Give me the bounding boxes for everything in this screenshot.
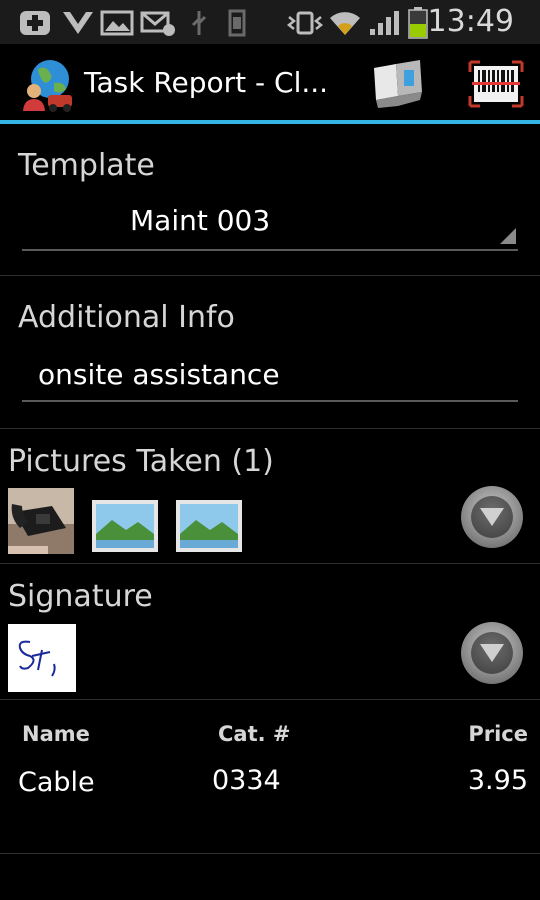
section-divider: [0, 699, 540, 700]
voicemail-icon: [63, 12, 93, 34]
photo-thumbnail-phone[interactable]: [8, 488, 74, 554]
table-cell-cat: 0334: [212, 765, 281, 796]
section-divider: [0, 275, 540, 276]
signature-image[interactable]: [8, 624, 76, 692]
pictures-expand-button[interactable]: [461, 486, 523, 548]
vibrate-icon: [286, 11, 324, 35]
gallery-icon: [100, 10, 134, 36]
plus-badge-icon: [20, 11, 50, 35]
additional-info-field[interactable]: onsite assistance: [22, 350, 518, 406]
template-spinner[interactable]: Maint 003: [22, 196, 518, 252]
email-icon: [140, 11, 175, 36]
pictures-label: Pictures Taken (1): [8, 444, 274, 479]
column-header-cat: Cat. #: [218, 722, 291, 746]
chevron-down-icon: [480, 644, 504, 662]
usb-icon: [191, 11, 207, 35]
signature-expand-button[interactable]: [461, 622, 523, 684]
signature-label: Signature: [8, 579, 153, 614]
template-underline: [22, 249, 518, 251]
status-time: 13:49: [427, 4, 514, 39]
photo-placeholder-1[interactable]: [92, 500, 158, 552]
wifi-icon: [330, 12, 360, 35]
section-divider: [0, 563, 540, 564]
status-bar: 13:49: [0, 0, 540, 44]
dropdown-arrow-icon: [500, 228, 516, 244]
template-label: Template: [18, 148, 155, 183]
chevron-down-icon: [480, 508, 504, 526]
action-bar-accent-line: [0, 120, 540, 124]
additional-info-label: Additional Info: [18, 300, 235, 335]
photo-placeholder-2[interactable]: [176, 500, 242, 552]
column-header-name: Name: [22, 722, 90, 746]
table-cell-name: Cable: [18, 767, 95, 798]
app-title: Task Report - Cl...: [84, 66, 329, 99]
table-cell-price: 3.95: [467, 765, 528, 796]
template-value: Maint 003: [130, 204, 271, 237]
signal-icon: [370, 11, 399, 35]
app-globe-icon[interactable]: [20, 57, 76, 113]
additional-info-underline: [22, 400, 518, 402]
additional-info-value: onsite assistance: [38, 358, 280, 391]
battery-icon: [408, 7, 428, 39]
column-header-price: Price: [468, 722, 528, 746]
barcode-scan-icon[interactable]: [466, 56, 526, 112]
section-divider: [0, 428, 540, 429]
sd-card-icon: [228, 9, 246, 37]
barcode-device-icon[interactable]: [368, 56, 428, 112]
section-divider: [0, 853, 540, 854]
action-bar: Task Report - Cl...: [0, 44, 540, 122]
